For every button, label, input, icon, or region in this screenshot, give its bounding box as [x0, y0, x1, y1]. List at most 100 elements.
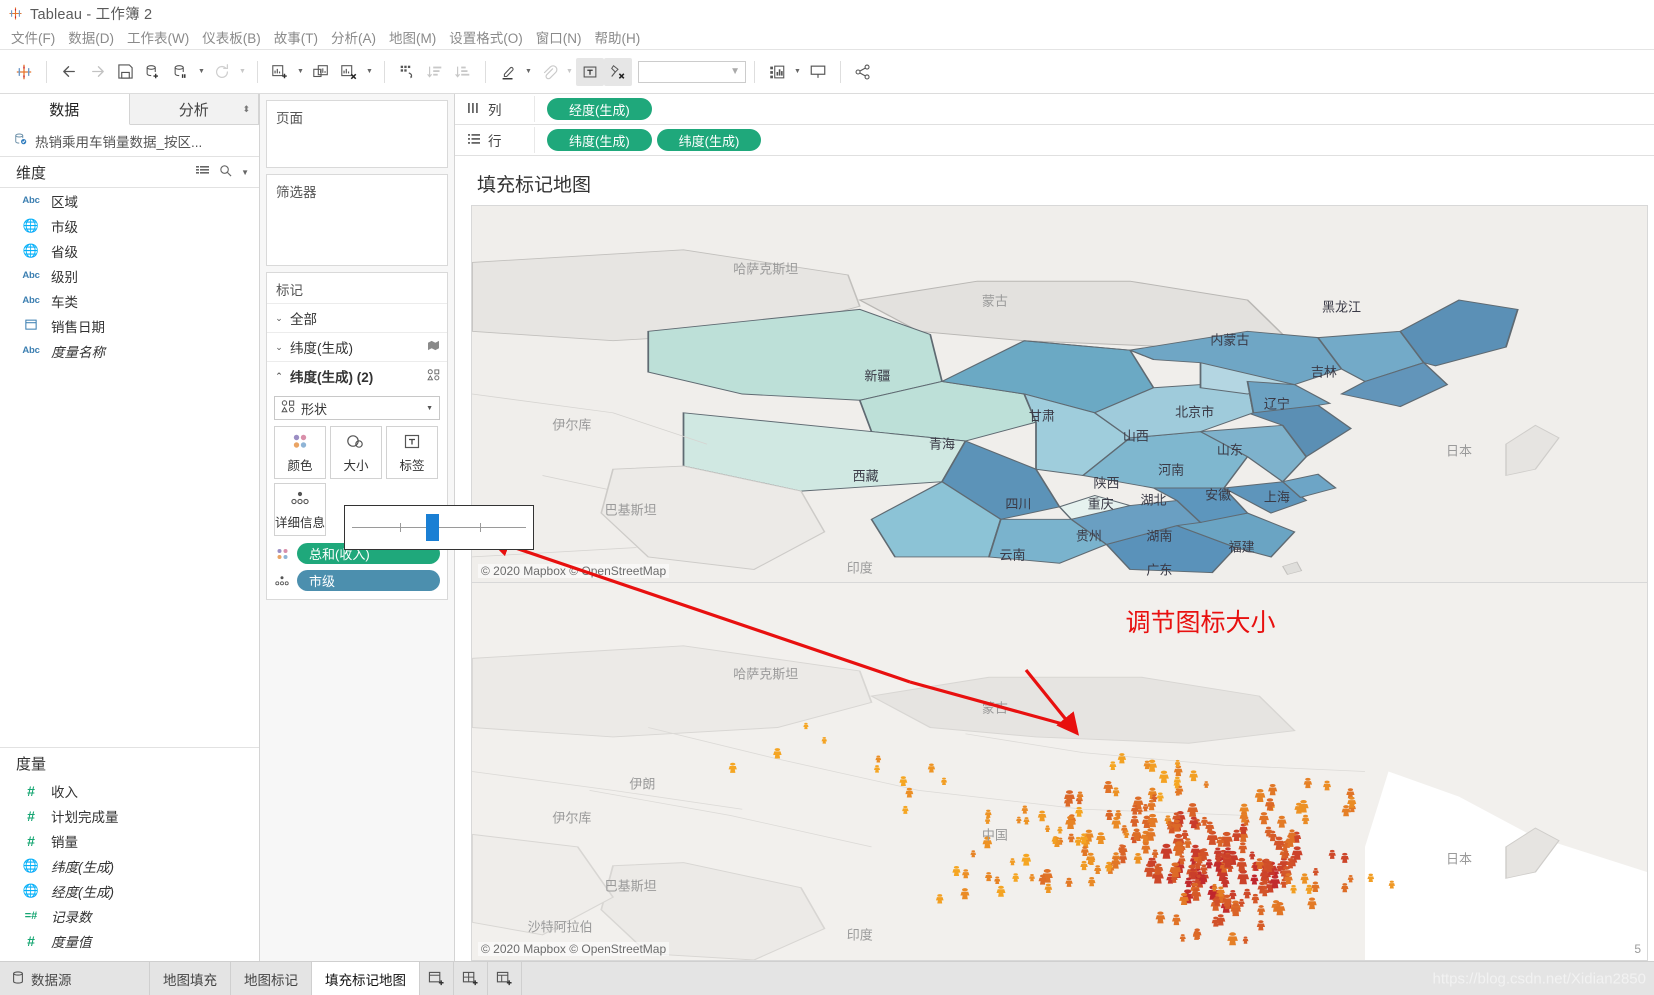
dimensions-menu-caret-icon[interactable]: ▼ [241, 168, 249, 177]
rows-shelf[interactable]: 行 纬度(生成) 纬度(生成) [455, 125, 1654, 156]
symbol-mark [1103, 780, 1114, 793]
menu-item-help[interactable]: 帮助(H) [592, 25, 651, 50]
marks-row-all[interactable]: ⌄ 全部 [267, 303, 447, 332]
map-attribution: © 2020 Mapbox © OpenStreetMap [478, 564, 670, 578]
color-button[interactable]: 颜色 [274, 426, 326, 479]
marks-row-latitude-2[interactable]: ⌃ 纬度(生成) (2) [267, 361, 447, 390]
marks-row-latitude[interactable]: ⌄ 纬度(生成) [267, 332, 447, 361]
back-icon[interactable] [55, 58, 83, 86]
fit-select[interactable]: ▼ [638, 60, 746, 83]
highlight-icon[interactable] [494, 58, 522, 86]
measure-field-jingdu[interactable]: 🌐 经度(生成) [0, 878, 259, 903]
menu-item-story[interactable]: 故事(T) [272, 25, 329, 50]
menu-item-data[interactable]: 数据(D) [66, 25, 125, 50]
menu-item-worksheet[interactable]: 工作表(W) [125, 25, 200, 50]
dimension-field-chelei[interactable]: Abc 车类 [0, 288, 259, 313]
new-worksheet-caret-icon[interactable]: ▼ [294, 58, 307, 86]
mark-type-select[interactable]: 形状 ▼ [274, 396, 440, 420]
chevron-up-icon[interactable]: ⌃ [274, 371, 284, 382]
new-data-source-icon[interactable] [139, 58, 167, 86]
new-dashboard-button[interactable] [454, 962, 488, 995]
measure-field-duliangzhi[interactable]: # 度量值 [0, 928, 259, 953]
dimension-field-jibie[interactable]: Abc 级别 [0, 263, 259, 288]
dimensions-list: Abc 区域 🌐 市级 🌐 省级 Abc 级别 Abc 车类 销售日期 Abc … [0, 188, 259, 363]
swap-rows-columns-icon[interactable] [393, 58, 421, 86]
fix-axes-icon[interactable] [604, 57, 632, 86]
size-slider-thumb[interactable] [425, 514, 439, 541]
grid-view-icon[interactable] [196, 165, 210, 180]
clear-sheet-icon[interactable] [335, 58, 363, 86]
show-me-icon[interactable] [763, 58, 791, 86]
field-label: 记录数 [51, 909, 92, 925]
size-slider-track[interactable] [352, 514, 526, 541]
paperclip-icon[interactable] [535, 58, 563, 86]
new-worksheet-button[interactable] [420, 962, 454, 995]
dimension-field-quyu[interactable]: Abc 区域 [0, 188, 259, 213]
share-icon[interactable] [849, 58, 877, 86]
tab-data[interactable]: 数据 [0, 94, 130, 125]
clear-sheet-caret-icon[interactable]: ▼ [363, 58, 376, 86]
size-button[interactable]: 大小 [330, 426, 382, 479]
search-icon[interactable] [219, 164, 232, 180]
label-button[interactable]: 标签 [386, 426, 438, 479]
size-slider-popup[interactable] [344, 505, 534, 550]
refresh-icon[interactable] [208, 58, 236, 86]
dimension-field-shiji[interactable]: 🌐 市级 [0, 213, 259, 238]
new-story-button[interactable] [488, 962, 522, 995]
chevron-down-icon[interactable]: ▼ [426, 405, 433, 412]
paperclip-caret-icon[interactable]: ▼ [563, 58, 576, 86]
menu-item-file[interactable]: 文件(F) [9, 25, 66, 50]
highlight-caret-icon[interactable]: ▼ [522, 58, 535, 86]
shelf-pill-latitude-1[interactable]: 纬度(生成) [547, 129, 652, 151]
dimension-field-shengji[interactable]: 🌐 省级 [0, 238, 259, 263]
resize-caret-icon[interactable]: ⬍ [242, 104, 250, 114]
detail-button[interactable]: 详细信息 [274, 483, 326, 536]
menu-item-format[interactable]: 设置格式(O) [447, 25, 534, 50]
symbol-mark [984, 809, 992, 818]
chevron-down-icon[interactable]: ⌄ [274, 313, 284, 324]
measure-field-weidu[interactable]: 🌐 纬度(生成) [0, 853, 259, 878]
tab-analytics[interactable]: 分析 ⬍ [129, 94, 259, 124]
sort-ascending-icon[interactable] [421, 58, 449, 86]
show-mark-labels-icon[interactable] [576, 57, 604, 86]
symbol-mark [899, 776, 908, 787]
datasource-row[interactable]: 热销乘用车销量数据_按区... [0, 125, 259, 157]
sheet-tab-ditubiaoji[interactable]: 地图标记 [231, 962, 312, 995]
measure-field-jihuawanchengliang[interactable]: # 计划完成量 [0, 803, 259, 828]
measure-field-jilushu[interactable]: =# 记录数 [0, 903, 259, 928]
show-me-caret-icon[interactable]: ▼ [791, 58, 804, 86]
filled-map-top[interactable]: 哈萨克斯坦 蒙古 新疆 青海 西藏 甘肃 四川 重庆 云南 贵州 湖南 广东 福建 湖北 安徽 上海 河南 山东山… [471, 205, 1648, 583]
save-icon[interactable] [111, 58, 139, 86]
mark-pill-city[interactable]: 市级 [267, 567, 447, 599]
refresh-caret-icon[interactable]: ▼ [236, 58, 249, 86]
pause-updates-icon[interactable] [167, 58, 195, 86]
dimension-field-xiaoshouriqi[interactable]: 销售日期 [0, 313, 259, 338]
tableau-home-icon[interactable] [10, 58, 38, 86]
sheet-tab-ditutianchong[interactable]: 地图填充 [150, 962, 231, 995]
presentation-mode-icon[interactable] [804, 58, 832, 86]
chevron-down-icon[interactable]: ⌄ [274, 342, 284, 353]
symbol-mark [1257, 905, 1266, 916]
symbol-mark [1341, 883, 1349, 893]
columns-shelf[interactable]: 列 经度(生成) [455, 94, 1654, 125]
sheet-tab-tianchongbiaojiditu[interactable]: 填充标记地图 [312, 962, 420, 995]
menu-item-dashboard[interactable]: 仪表板(B) [200, 25, 272, 50]
duplicate-sheet-icon[interactable] [307, 58, 335, 86]
watermark: https://blog.csdn.net/Xidian2850 [1432, 970, 1647, 987]
datasource-tab[interactable]: 数据源 [0, 962, 150, 995]
forward-icon[interactable] [83, 58, 111, 86]
menu-item-window[interactable]: 窗口(N) [534, 25, 593, 50]
pause-updates-caret-icon[interactable]: ▼ [195, 58, 208, 86]
dimension-field-duliangmingcheng[interactable]: Abc 度量名称 [0, 338, 259, 363]
shelf-pill-longitude[interactable]: 经度(生成) [547, 98, 652, 120]
symbol-mark [1264, 798, 1275, 811]
measure-field-shouru[interactable]: # 收入 [0, 778, 259, 803]
shelf-pill-latitude-2[interactable]: 纬度(生成) [656, 129, 762, 151]
sort-descending-icon[interactable] [449, 58, 477, 86]
menu-item-analysis[interactable]: 分析(A) [329, 25, 387, 50]
menu-item-map[interactable]: 地图(M) [387, 25, 447, 50]
new-worksheet-icon[interactable] [266, 58, 294, 86]
field-label: 区域 [51, 194, 78, 210]
measure-field-xiaoliang[interactable]: # 销量 [0, 828, 259, 853]
symbol-map-bottom[interactable]: 哈萨克斯坦 蒙古 中国 伊尔库 伊朗 巴基斯坦 印度 沙特阿拉伯 日本 调节图标大小 © 202… [471, 583, 1648, 961]
